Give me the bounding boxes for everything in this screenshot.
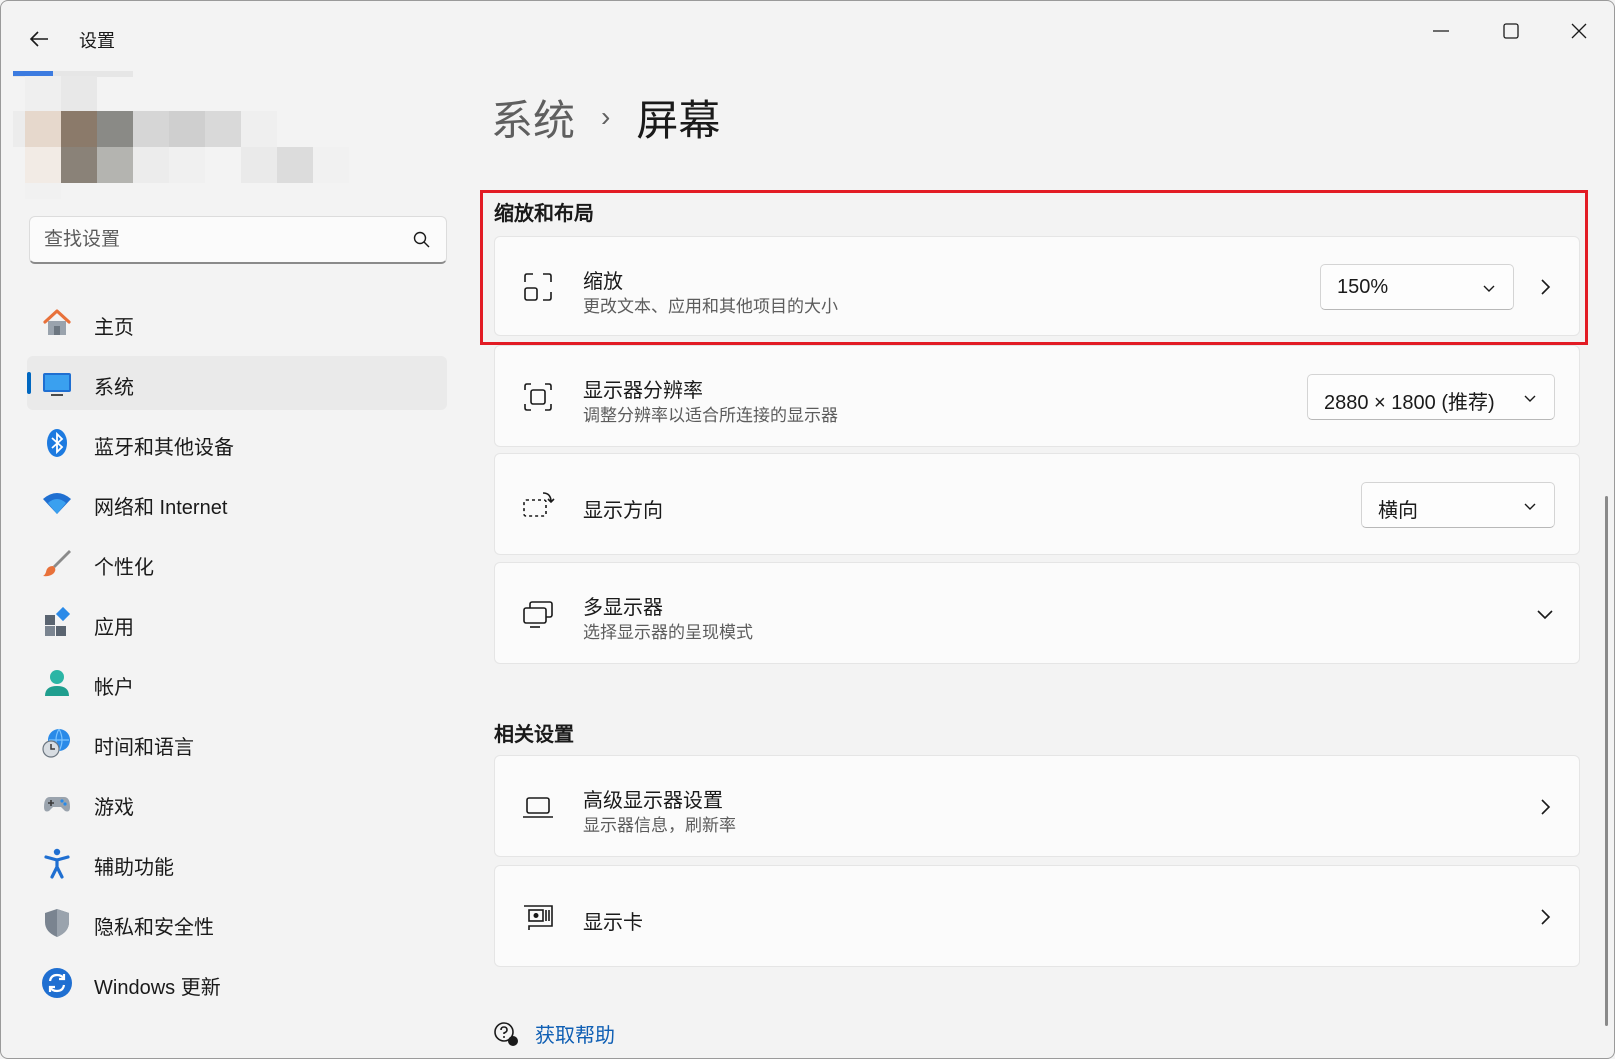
resolution-card: 显示器分辨率 调整分辨率以适合所连接的显示器 2880 × 1800 (推荐)	[494, 345, 1580, 447]
page-title: 屏幕	[636, 96, 721, 144]
user-profile-avatar-blurred[interactable]	[13, 71, 383, 201]
graphics-card-item[interactable]: 显示卡	[494, 865, 1580, 967]
sidebar-item-label: 主页	[94, 317, 134, 339]
bluetooth-icon	[47, 429, 67, 457]
get-help-label[interactable]: 获取帮助	[535, 1019, 615, 1048]
wifi-icon	[43, 493, 71, 514]
profile-accent-bar	[13, 71, 53, 76]
sidebar-item-label: 个性化	[94, 557, 154, 579]
chevron-right-icon	[1541, 799, 1551, 815]
sidebar-item-accessibility[interactable]: 辅助功能	[27, 836, 447, 890]
multi-display-card[interactable]: 多显示器 选择显示器的呈现模式	[494, 562, 1580, 664]
orientation-dropdown[interactable]: 横向	[1361, 482, 1555, 528]
chevron-down-icon	[1524, 503, 1536, 510]
section-title-related: 相关设置	[494, 724, 574, 746]
app-title: 设置	[79, 31, 115, 51]
sidebar-item-bluetooth[interactable]: 蓝牙和其他设备	[27, 416, 447, 470]
apps-icon	[45, 607, 71, 636]
get-help-link[interactable]: 获取帮助	[493, 1019, 615, 1048]
shield-icon	[45, 909, 69, 937]
advanced-display-title: 高级显示器设置	[583, 790, 723, 812]
advanced-display-card[interactable]: 高级显示器设置 显示器信息，刷新率	[494, 755, 1580, 857]
maximize-button[interactable]	[1485, 11, 1537, 51]
search-box[interactable]	[29, 216, 447, 264]
resolution-dropdown[interactable]: 2880 × 1800 (推荐)	[1307, 374, 1555, 420]
title-bar: 设置	[1, 1, 1614, 61]
breadcrumb-parent[interactable]: 系统	[491, 87, 575, 148]
resolution-subtitle: 调整分辨率以适合所连接的显示器	[583, 406, 838, 425]
settings-window: 设置 查找设置 主页 系统 蓝牙和其他设备 网络和 Internet 个性化 应…	[0, 0, 1615, 1059]
sidebar-item-label: 隐私和安全性	[94, 917, 214, 939]
search-icon[interactable]	[412, 230, 432, 250]
sidebar-item-personalization[interactable]: 个性化	[27, 536, 447, 590]
sidebar-item-label: 应用	[94, 617, 134, 639]
breadcrumb-separator: ›	[601, 101, 611, 132]
sidebar-item-gaming[interactable]: 游戏	[27, 776, 447, 830]
accessibility-icon	[44, 848, 70, 879]
laptop-icon	[523, 797, 553, 818]
sidebar-item-label: 网络和 Internet	[94, 497, 228, 519]
multi-display-subtitle: 选择显示器的呈现模式	[583, 623, 753, 642]
graphics-card-icon	[524, 905, 553, 930]
minimize-icon	[1433, 30, 1449, 32]
chevron-down-icon[interactable]	[1535, 604, 1555, 624]
multi-display-title: 多显示器	[583, 597, 663, 619]
chevron-down-icon	[1524, 395, 1536, 402]
orientation-dropdown-value: 横向	[1378, 500, 1418, 522]
scrollbar[interactable]	[1605, 496, 1608, 1026]
sidebar-item-label: 帐户	[94, 677, 134, 699]
resolution-title: 显示器分辨率	[583, 380, 703, 402]
resolution-dropdown-value: 2880 × 1800 (推荐)	[1324, 392, 1495, 414]
gamepad-icon	[44, 797, 70, 812]
sidebar-item-apps[interactable]: 应用	[27, 596, 447, 650]
orientation-card: 显示方向 横向	[494, 453, 1580, 555]
minimize-button[interactable]	[1415, 11, 1467, 51]
sidebar-item-accounts[interactable]: 帐户	[27, 656, 447, 710]
search-input[interactable]	[44, 226, 384, 254]
advanced-display-subtitle: 显示器信息，刷新率	[583, 816, 736, 835]
system-display-icon	[43, 373, 71, 396]
graphics-title: 显示卡	[583, 912, 643, 934]
back-button[interactable]	[23, 23, 55, 55]
breadcrumb: 系统 › 屏幕	[491, 87, 720, 147]
sidebar-item-home[interactable]: 主页	[27, 296, 447, 350]
back-arrow-icon	[29, 31, 48, 47]
multiple-displays-icon	[523, 601, 553, 628]
orientation-title: 显示方向	[583, 500, 663, 522]
active-indicator	[27, 372, 31, 394]
sidebar-item-label: 蓝牙和其他设备	[94, 437, 234, 459]
rotate-screen-icon	[523, 492, 555, 517]
maximize-icon	[1503, 23, 1519, 39]
sidebar-item-label: 辅助功能	[94, 857, 174, 879]
sidebar-item-label: 时间和语言	[94, 737, 194, 759]
chevron-right-icon	[1541, 909, 1551, 925]
close-button[interactable]	[1553, 11, 1605, 51]
sidebar-item-windows-update[interactable]: Windows 更新	[27, 956, 447, 1010]
help-chat-icon	[494, 1021, 518, 1046]
sidebar-nav: 主页 系统 蓝牙和其他设备 网络和 Internet 个性化 应用 帐户 时间和…	[27, 296, 447, 1016]
account-icon	[45, 670, 69, 696]
sidebar-item-system[interactable]: 系统	[27, 356, 447, 410]
sidebar-item-privacy[interactable]: 隐私和安全性	[27, 896, 447, 950]
sidebar-item-label: 游戏	[94, 797, 134, 819]
sidebar-item-network[interactable]: 网络和 Internet	[27, 476, 447, 530]
sidebar-item-label: Windows 更新	[94, 977, 221, 999]
sidebar-item-label: 系统	[94, 377, 134, 399]
home-icon	[43, 309, 71, 335]
close-icon	[1571, 23, 1587, 39]
update-icon	[42, 968, 72, 998]
sidebar-item-time-language[interactable]: 时间和语言	[27, 716, 447, 770]
highlight-annotation-box	[480, 190, 1588, 345]
resolution-icon	[524, 383, 552, 411]
time-language-icon	[42, 728, 70, 758]
paintbrush-icon	[43, 550, 71, 577]
